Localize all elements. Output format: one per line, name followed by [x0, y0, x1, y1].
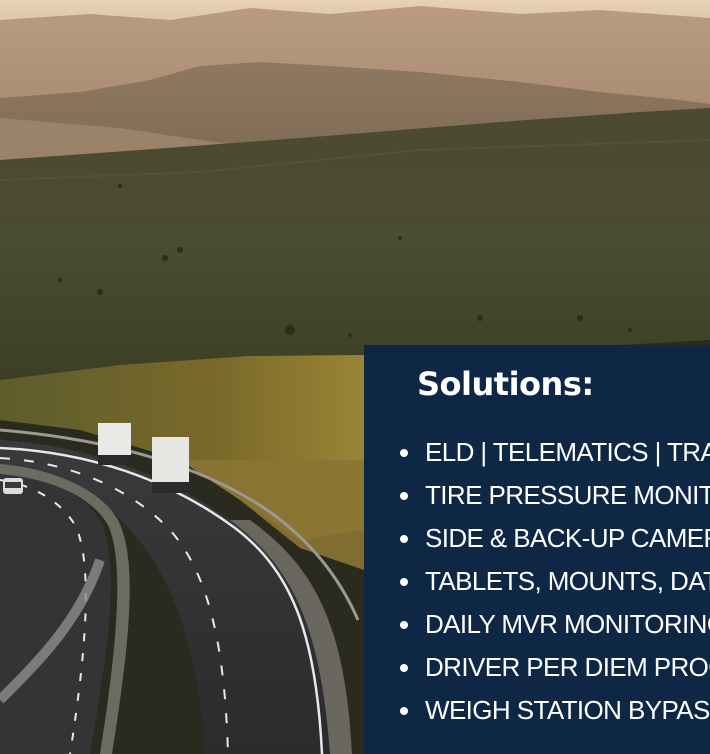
solutions-panel: Solutions: ELD | TELEMATICS | TRAC TIRE … — [364, 345, 710, 754]
bullet-icon — [400, 706, 408, 715]
bullet-icon — [400, 663, 408, 672]
bullet-icon — [400, 491, 408, 500]
list-item: TABLETS, MOUNTS, DATA, — [400, 560, 710, 603]
solutions-list: ELD | TELEMATICS | TRAC TIRE PRESSURE MO… — [400, 431, 710, 732]
bullet-icon — [400, 448, 408, 457]
list-item: DAILY MVR MONITORING — [400, 603, 710, 646]
list-item-label: TABLETS, MOUNTS, DATA, — [425, 566, 710, 596]
bullet-icon — [400, 577, 408, 586]
list-item-label: WEIGH STATION BYPASS — [425, 695, 710, 725]
list-item-label: DAILY MVR MONITORING — [425, 609, 710, 639]
list-item-label: TIRE PRESSURE MONITOR — [425, 480, 710, 510]
list-item: ELD | TELEMATICS | TRAC — [400, 431, 710, 474]
list-item-label: SIDE & BACK-UP CAMERA — [425, 523, 710, 553]
list-item: WEIGH STATION BYPASS — [400, 689, 710, 732]
solutions-title: Solutions: — [417, 365, 594, 403]
list-item: SIDE & BACK-UP CAMERA — [400, 517, 710, 560]
list-item: DRIVER PER DIEM PROGRA — [400, 646, 710, 689]
list-item-label: DRIVER PER DIEM PROGRA — [425, 652, 710, 682]
list-item-label: ELD | TELEMATICS | TRAC — [425, 437, 710, 467]
list-item: TIRE PRESSURE MONITOR — [400, 474, 710, 517]
bullet-icon — [400, 534, 408, 543]
bullet-icon — [400, 620, 408, 629]
